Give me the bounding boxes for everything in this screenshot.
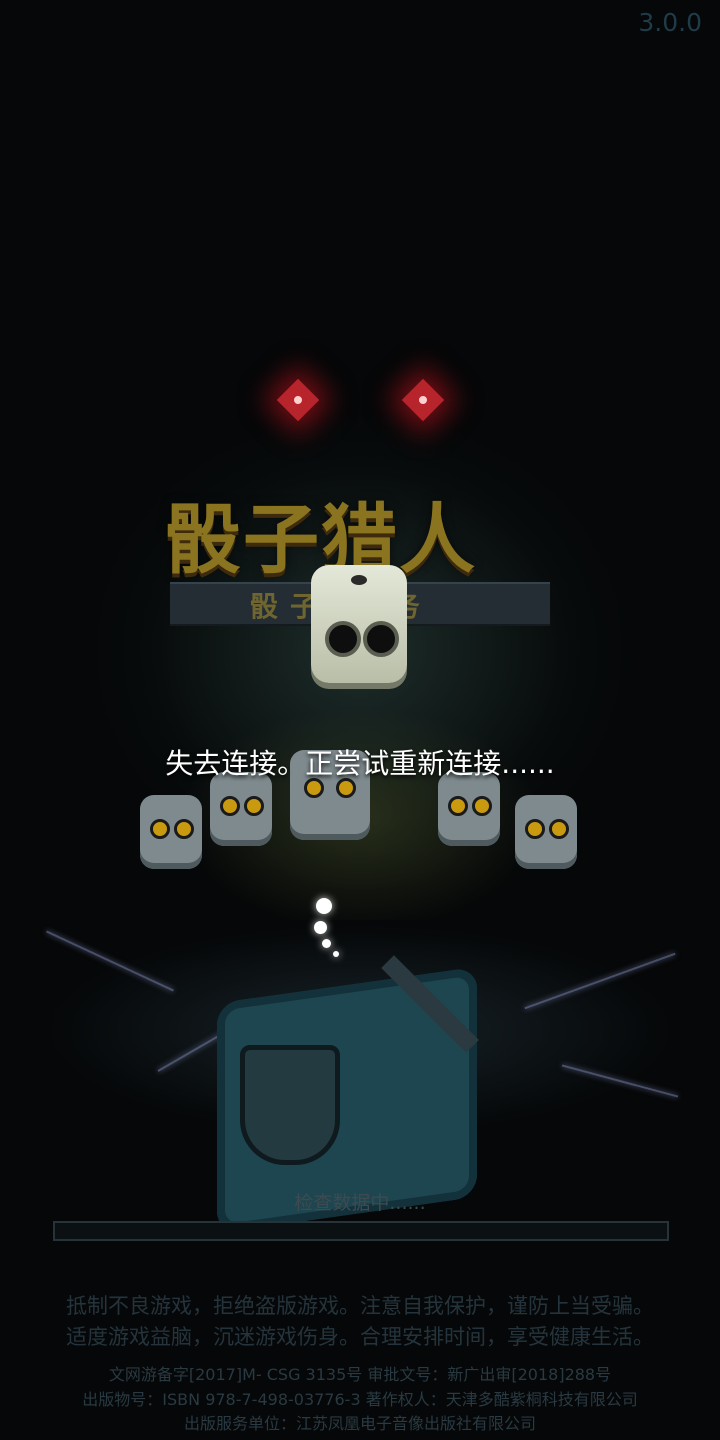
hero-character bbox=[438, 772, 500, 846]
reconnect-message: 失去连接。正尝试重新连接...... bbox=[165, 747, 555, 780]
loading-progress-bar bbox=[53, 1221, 669, 1241]
version-label: 3.0.0 bbox=[638, 8, 702, 37]
hero-character bbox=[140, 795, 202, 869]
hero-character bbox=[210, 772, 272, 846]
legal-line-3: 出版服务单位：江苏凤凰电子音像出版社有限公司 bbox=[183, 1414, 536, 1433]
legal-line-1: 文网游备字[2017]M- CSG 3135号 审批文号：新广出审[2018]2… bbox=[108, 1365, 612, 1384]
game-loading-screen: 3.0.0 骰子猎人 骰子 任务 失去连接。正尝试重新连接...... 检查数据… bbox=[0, 0, 720, 1440]
health-notice-line-2: 适度游戏益脑，沉迷游戏伤身。合理安排时间，享受健康生活。 bbox=[66, 1325, 654, 1349]
loading-spinner-dot bbox=[314, 921, 327, 934]
hero-character bbox=[515, 795, 577, 869]
loading-status-text: 检查数据中...... bbox=[294, 1192, 426, 1214]
loading-spinner-dot bbox=[333, 951, 339, 957]
shield-icon bbox=[240, 1045, 340, 1165]
loading-spinner-dot bbox=[316, 898, 332, 914]
legal-line-2: 出版物号：ISBN 978-7-498-03776-3 著作权人：天津多酷紫桐科… bbox=[82, 1390, 638, 1409]
dice-icon bbox=[311, 565, 407, 683]
loading-spinner-dot bbox=[322, 939, 331, 948]
health-notice-line-1: 抵制不良游戏，拒绝盗版游戏。注意自我保护，谨防上当受骗。 bbox=[66, 1294, 654, 1318]
